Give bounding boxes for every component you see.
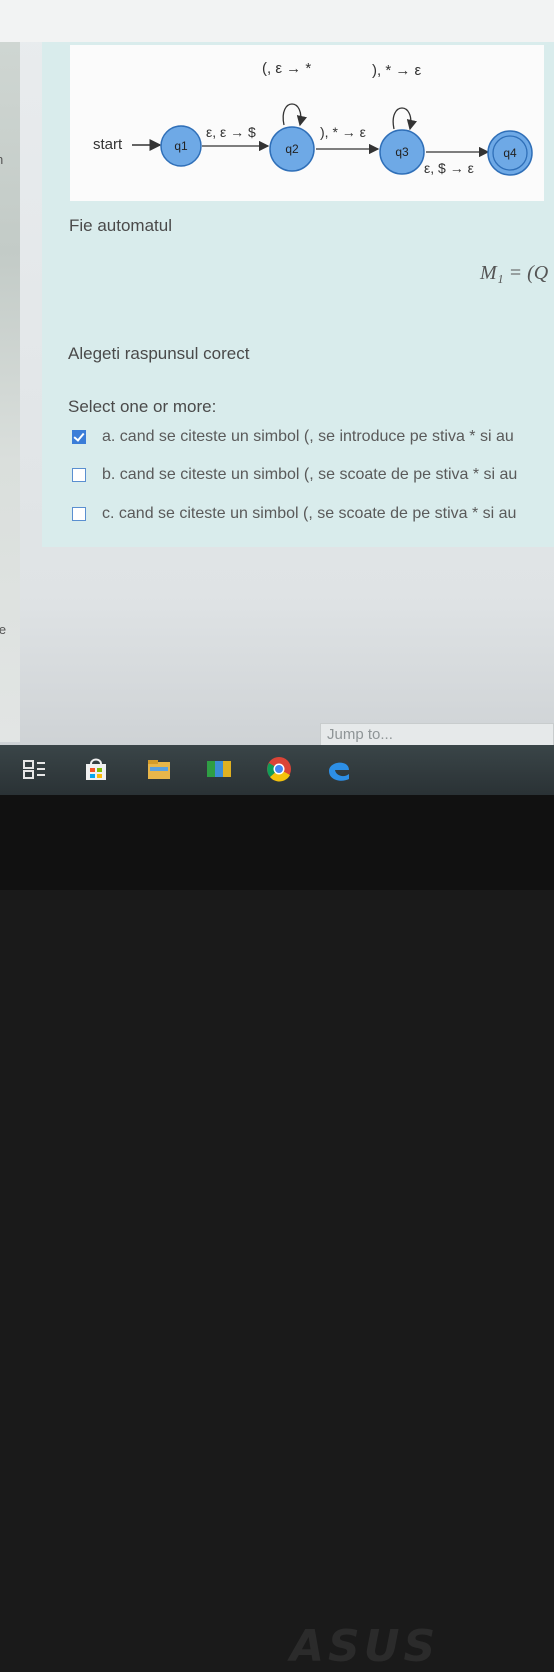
task-view-icon[interactable] [20, 755, 48, 783]
sidebar-hint-top: n [0, 152, 3, 167]
option-b-label[interactable]: b. cand se citeste un simbol (, se scoat… [102, 466, 517, 484]
left-sidebar-strip: n ie [0, 42, 20, 742]
state-q3: q3 [379, 129, 425, 175]
option-a-label[interactable]: a. cand se citeste un simbol (, se intro… [102, 428, 514, 446]
monitor-screen: n ie start q1 ε, ε → $ q2 [0, 0, 554, 795]
edge-icon[interactable] [325, 755, 353, 783]
option-b-checkbox[interactable] [72, 468, 86, 482]
jump-to-select[interactable]: Jump to... [320, 723, 554, 747]
option-c-label[interactable]: c. cand se citeste un simbol (, se scoat… [102, 505, 516, 523]
start-label: start [93, 136, 123, 153]
store-icon[interactable] [82, 755, 110, 783]
state-q3-label: q3 [395, 145, 409, 159]
state-q4: q4 [487, 130, 533, 176]
loop-q3 [392, 107, 417, 131]
state-q2: q2 [269, 126, 315, 172]
question-intro: Fie automatul [69, 216, 172, 235]
edge-q1-q2-label: ε, ε → $ [206, 124, 256, 140]
loop-q2-label: (, ε → * [262, 60, 311, 77]
option-c-checkbox[interactable] [72, 507, 86, 521]
sidebar-hint-bottom: ie [0, 622, 7, 637]
office-icon[interactable] [205, 755, 233, 783]
loop-q2 [282, 103, 307, 127]
top-bar [0, 0, 554, 42]
state-q4-label: q4 [503, 146, 517, 160]
select-label: Select one or more: [68, 397, 217, 416]
automaton-svg: start q1 ε, ε → $ q2 (, ε → * ), * → ε q… [93, 60, 533, 176]
chrome-icon[interactable] [265, 755, 293, 783]
brand-logo: ASUS [290, 1621, 440, 1672]
option-a-checkbox[interactable] [72, 430, 86, 444]
edge-q3-q4-label: ε, $ → ε [424, 160, 474, 176]
monitor-bezel: ASUS [0, 795, 554, 1672]
question-prompt: Alegeti raspunsul corect [68, 344, 250, 363]
state-q2-label: q2 [285, 142, 299, 156]
automaton-formula: M₁ = (Q [480, 262, 549, 284]
automaton-diagram: start q1 ε, ε → $ q2 (, ε → * ), * → ε q… [70, 45, 544, 201]
state-q1: q1 [160, 125, 202, 167]
taskbar [0, 745, 554, 795]
state-q1-label: q1 [174, 139, 188, 153]
edge-q2-q3-label: ), * → ε [320, 124, 366, 140]
file-explorer-icon[interactable] [145, 755, 173, 783]
loop-q3-label: ), * → ε [372, 62, 422, 79]
